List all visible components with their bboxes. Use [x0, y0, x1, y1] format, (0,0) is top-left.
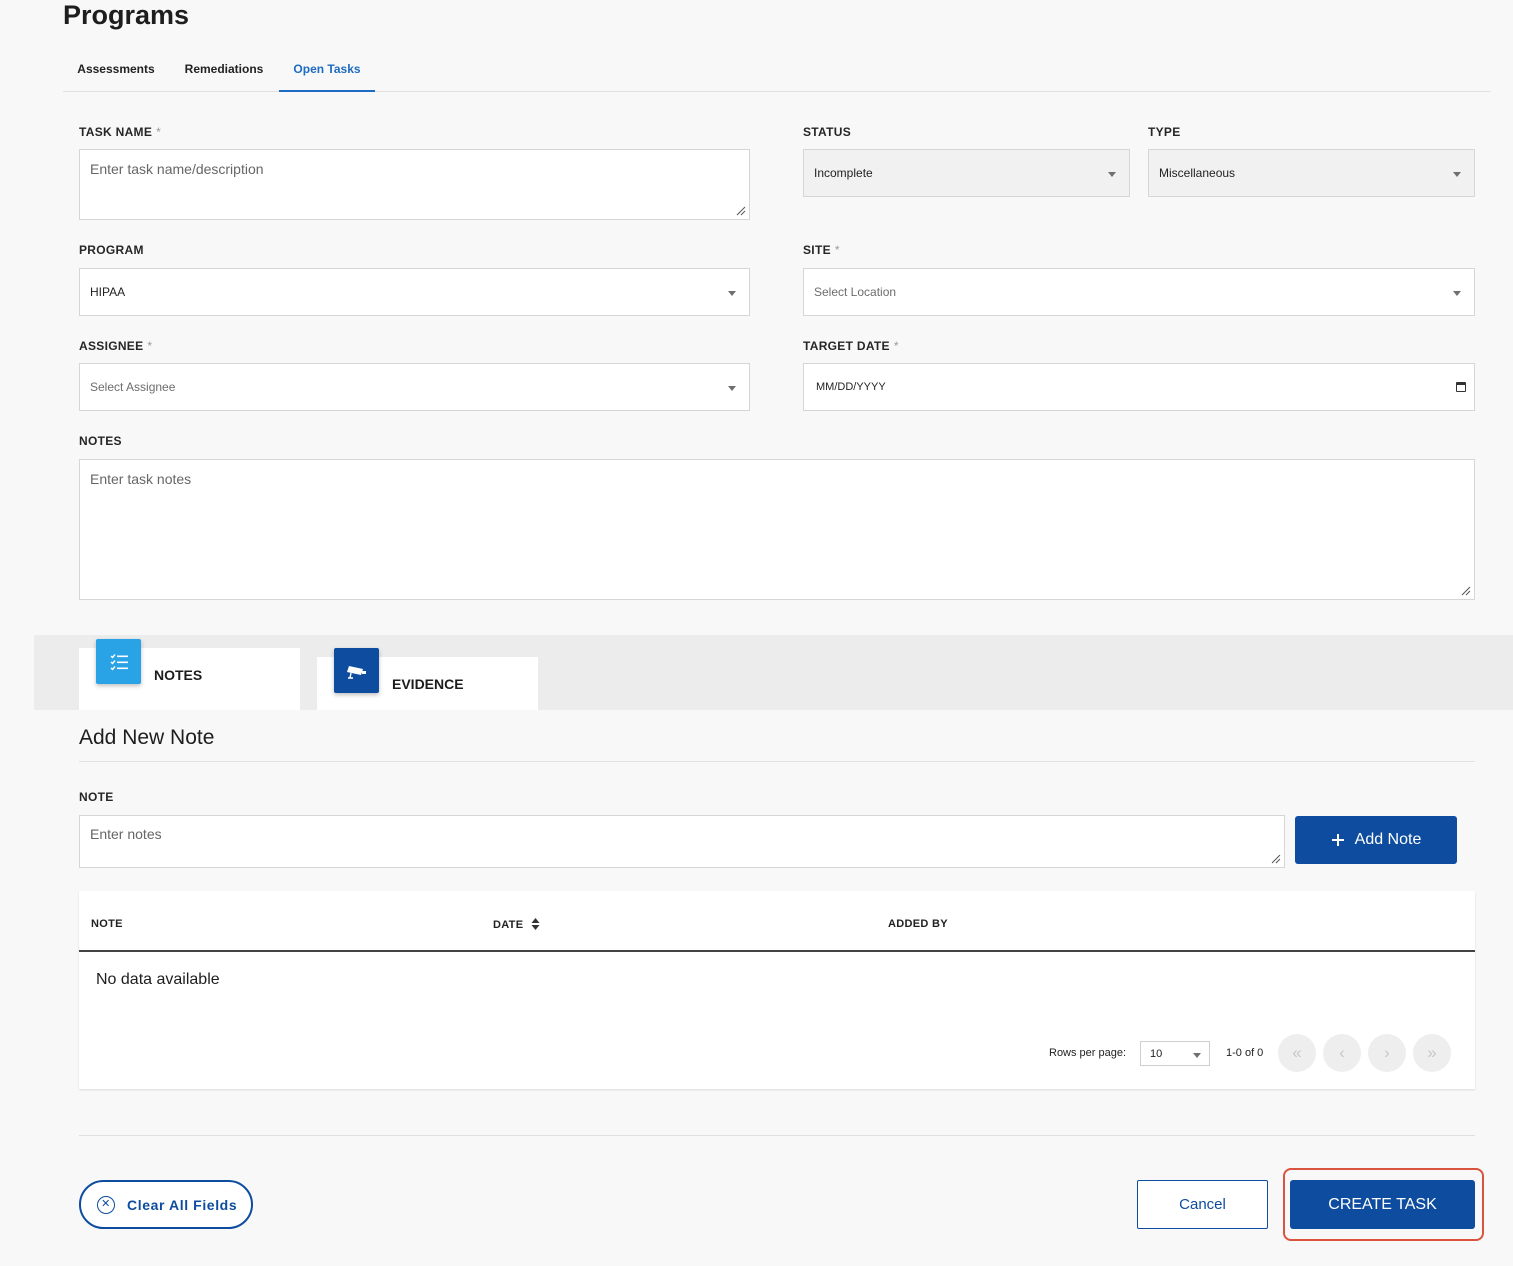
assignee-label: ASSIGNEE * [79, 339, 153, 353]
status-select[interactable]: Incomplete [803, 149, 1130, 197]
resize-handle-icon[interactable] [1459, 584, 1471, 596]
column-header-added-by: ADDED BY [888, 918, 948, 930]
column-header-date[interactable]: DATE [493, 918, 540, 931]
last-page-button[interactable]: » [1413, 1034, 1451, 1072]
notes-table: NOTE DATE ADDED BY No data available Row… [79, 891, 1475, 1089]
section-divider [79, 761, 1475, 762]
program-select[interactable]: HIPAA [79, 268, 750, 316]
tab-remediations[interactable]: Remediations [169, 48, 279, 92]
chevron-down-icon [728, 291, 736, 296]
clear-all-fields-button[interactable]: ✕ Clear All Fields [79, 1180, 253, 1229]
assignee-select[interactable]: Select Assignee [79, 363, 750, 411]
plus-icon [1331, 834, 1344, 846]
last-page-icon: » [1427, 1043, 1437, 1062]
tab-bar: Assessments Remediations Open Tasks [63, 48, 1491, 92]
tab-assessments[interactable]: Assessments [63, 48, 169, 92]
notes-label: NOTES [79, 434, 122, 448]
chevron-down-icon [1453, 172, 1461, 177]
rows-per-page-label: Rows per page: [1049, 1047, 1127, 1059]
target-date-input[interactable]: MM/DD/YYYY [803, 363, 1475, 411]
sort-icon [531, 918, 540, 930]
empty-state-text: No data available [96, 971, 220, 988]
type-label: TYPE [1148, 125, 1181, 139]
checklist-icon [96, 639, 141, 684]
tab-open-tasks[interactable]: Open Tasks [279, 48, 375, 92]
pagination-range: 1-0 of 0 [1226, 1047, 1264, 1059]
rows-per-page-select[interactable]: 10 [1140, 1041, 1210, 1066]
task-notes-input[interactable]: Enter task notes [79, 459, 1475, 600]
next-page-button[interactable]: › [1368, 1034, 1406, 1072]
first-page-icon: « [1292, 1043, 1302, 1062]
target-date-label: TARGET DATE * [803, 339, 899, 353]
task-name-label: TASK NAME * [79, 125, 162, 139]
note-label: NOTE [79, 790, 114, 804]
chevron-down-icon [1108, 172, 1116, 177]
calendar-icon[interactable] [1456, 382, 1466, 392]
program-label: PROGRAM [79, 243, 144, 257]
next-page-icon: › [1384, 1043, 1390, 1062]
prev-page-icon: ‹ [1339, 1043, 1345, 1062]
close-circle-icon: ✕ [97, 1196, 115, 1214]
chevron-down-icon [1193, 1052, 1201, 1058]
chevron-down-icon [728, 386, 736, 391]
resize-handle-icon[interactable] [1269, 852, 1281, 864]
footer-divider [79, 1135, 1475, 1136]
status-label: STATUS [803, 125, 852, 139]
site-select[interactable]: Select Location [803, 268, 1475, 316]
table-header-divider [79, 950, 1475, 952]
site-label: SITE * [803, 243, 840, 257]
cancel-button[interactable]: Cancel [1137, 1180, 1268, 1229]
chevron-down-icon [1453, 291, 1461, 296]
column-header-note: NOTE [91, 918, 123, 930]
resize-handle-icon[interactable] [734, 204, 746, 216]
type-select[interactable]: Miscellaneous [1148, 149, 1475, 197]
add-note-button[interactable]: Add Note [1295, 816, 1457, 864]
create-task-button[interactable]: CREATE TASK [1290, 1180, 1475, 1229]
first-page-button[interactable]: « [1278, 1034, 1316, 1072]
page-title: Programs [63, 0, 190, 30]
add-note-title: Add New Note [79, 726, 215, 749]
note-input[interactable]: Enter notes [79, 815, 1285, 868]
camera-icon [334, 648, 379, 693]
prev-page-button[interactable]: ‹ [1323, 1034, 1361, 1072]
task-name-input[interactable]: Enter task name/description [79, 149, 750, 220]
